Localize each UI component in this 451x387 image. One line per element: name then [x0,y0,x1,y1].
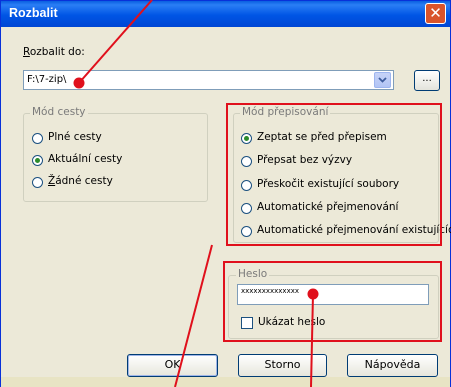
annotation-arrow-overwrite [174,244,213,387]
annotation-arrow-password [310,293,314,387]
annotation-arrow-path [78,0,153,84]
annotation-dot-path [73,77,85,89]
annotation-dot-password [307,288,319,300]
annotation-arrows [73,0,319,387]
